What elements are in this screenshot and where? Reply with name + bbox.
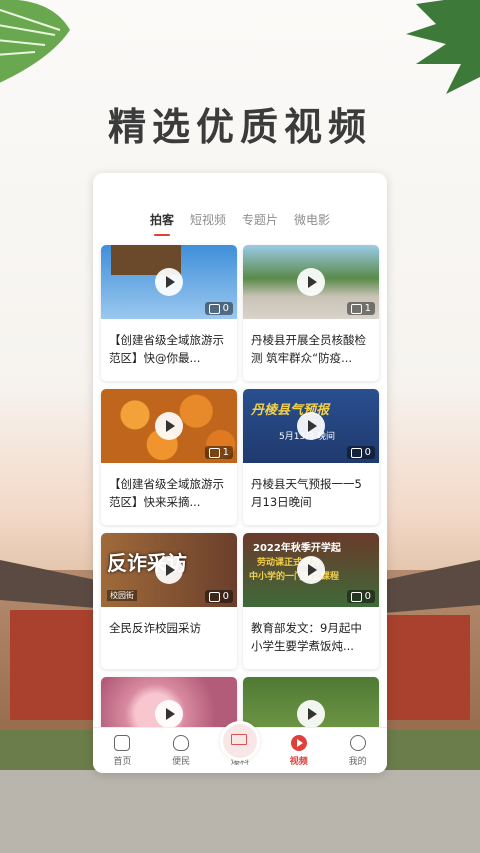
play-icon[interactable] xyxy=(297,556,325,584)
home-icon xyxy=(114,735,131,751)
video-thumbnail: 0 xyxy=(101,245,237,319)
nav-mine[interactable]: 我的 xyxy=(333,735,383,767)
play-icon[interactable] xyxy=(155,268,183,296)
like-count[interactable]: 1 xyxy=(204,446,233,459)
video-play-icon xyxy=(290,735,307,751)
video-caption: 【创建省级全域旅游示范区】快@你最... xyxy=(109,333,224,365)
like-count[interactable]: 0 xyxy=(204,590,233,603)
video-thumbnail: 1 xyxy=(101,389,237,463)
like-count[interactable]: 0 xyxy=(346,446,375,459)
video-thumbnail: 丹棱县气预报 5月13日 晚间 0 xyxy=(243,389,379,463)
play-icon[interactable] xyxy=(155,556,183,584)
nav-home[interactable]: 首页 xyxy=(97,735,147,767)
play-icon[interactable] xyxy=(155,700,183,728)
thumbnail-overlay-line1: 2022年秋季开学起 xyxy=(253,543,341,554)
tab-micro-film[interactable]: 微电影 xyxy=(294,211,330,236)
thumb-up-icon xyxy=(208,591,220,602)
tab-feature[interactable]: 专题片 xyxy=(242,211,278,236)
page-headline: 精选优质视频 xyxy=(107,105,372,149)
like-count[interactable]: 1 xyxy=(346,302,375,315)
like-count[interactable]: 0 xyxy=(346,590,375,603)
thumb-up-icon xyxy=(350,303,362,314)
play-icon[interactable] xyxy=(155,412,183,440)
video-thumbnail: 反诈采访 校园街 0 xyxy=(101,533,237,607)
video-caption: 全民反诈校园采访 xyxy=(109,621,201,635)
play-icon[interactable] xyxy=(297,268,325,296)
nav-video[interactable]: 视频 xyxy=(274,735,324,767)
palm-leaf-left xyxy=(0,0,70,83)
thumb-up-icon xyxy=(208,447,220,458)
video-card[interactable]: 1 【创建省级全域旅游示范区】快来采摘... xyxy=(101,389,237,525)
video-thumbnail: 1 xyxy=(243,245,379,319)
like-count[interactable]: 0 xyxy=(204,302,233,315)
thumb-up-icon xyxy=(350,591,362,602)
bottom-nav: 首页 便民 爆料 视频 我的 xyxy=(93,721,387,773)
video-card[interactable]: 反诈采访 校园街 0 全民反诈校园采访 xyxy=(101,533,237,669)
tab-short-video[interactable]: 短视频 xyxy=(190,211,226,236)
envelope-icon xyxy=(230,734,247,745)
video-caption: 教育部发文：9月起中小学生要学煮饭炖... xyxy=(251,621,362,653)
heart-icon xyxy=(173,735,190,751)
nav-service[interactable]: 便民 xyxy=(156,735,206,767)
video-card[interactable]: 0 【创建省级全域旅游示范区】快@你最... xyxy=(101,245,237,381)
video-caption: 丹棱县天气预报一一5月13日晚间 xyxy=(251,477,362,509)
video-grid: 0 【创建省级全域旅游示范区】快@你最... 1 丹棱县开展全员核酸检测 筑牢群… xyxy=(101,245,379,773)
video-thumbnail: 2022年秋季开学起 劳动课正式成为 中小学的一门独立课程 0 xyxy=(243,533,379,607)
thumbnail-overlay-line3: 中小学的一门独立课程 xyxy=(249,572,340,582)
video-caption: 丹棱县开展全员核酸检测 筑牢群众“防疫... xyxy=(251,333,366,365)
thumbnail-overlay-tag: 校园街 xyxy=(107,590,137,601)
play-icon[interactable] xyxy=(297,412,325,440)
video-card[interactable]: 2022年秋季开学起 劳动课正式成为 中小学的一门独立课程 0 教育部发文：9月… xyxy=(243,533,379,669)
phone-mockup: 拍客 短视频 专题片 微电影 0 【创建省级全域旅游示范区】快@你最... 1 … xyxy=(93,173,387,773)
nav-report[interactable]: 爆料 xyxy=(215,721,265,767)
user-icon xyxy=(349,735,366,751)
video-card[interactable]: 丹棱县气预报 5月13日 晚间 0 丹棱县天气预报一一5月13日晚间 xyxy=(243,389,379,525)
video-tabs: 拍客 短视频 专题片 微电影 xyxy=(93,211,387,236)
palm-leaf-right xyxy=(406,0,480,94)
thumb-up-icon xyxy=(350,447,362,458)
tab-paike[interactable]: 拍客 xyxy=(150,211,174,236)
thumb-up-icon xyxy=(208,303,220,314)
video-caption: 【创建省级全域旅游示范区】快来采摘... xyxy=(109,477,224,509)
report-button[interactable] xyxy=(219,721,260,761)
video-card[interactable]: 1 丹棱县开展全员核酸检测 筑牢群众“防疫... xyxy=(243,245,379,381)
play-icon[interactable] xyxy=(297,700,325,728)
